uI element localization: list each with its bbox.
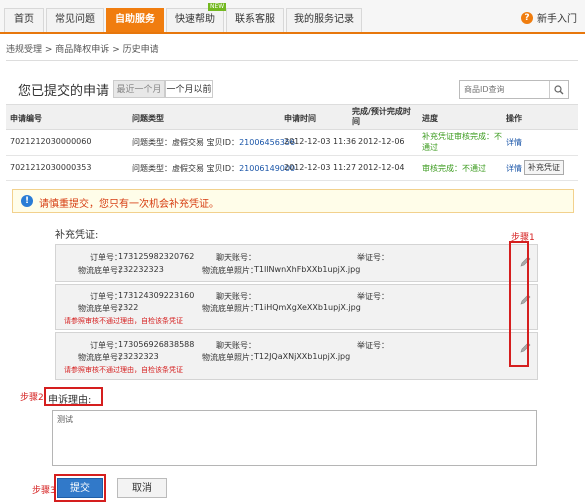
logistics-value: 23232323 <box>118 352 159 361</box>
progress-line: 补充凭证审核完成：不 <box>422 132 502 141</box>
step2-highlight <box>44 387 103 406</box>
warning-banner: ! 请慎重提交，您只有一次机会补充凭证。 <box>12 189 574 213</box>
evidence-item: 订单号： 173056926838588 物流底单号： 23232323 请参照… <box>55 332 538 380</box>
chat-label: 聊天账号： <box>216 341 256 350</box>
search-input[interactable] <box>460 81 556 98</box>
reason-textarea[interactable]: 测试 <box>52 410 537 466</box>
warning-text: 请慎重提交，您只有一次机会补充凭证。 <box>39 199 219 210</box>
col-header: 进度 <box>422 114 438 123</box>
chat-label: 聊天账号： <box>216 292 256 301</box>
evidence-item: 订单号： 173124309223160 物流底单号： 2322 请参照审核不通… <box>55 284 538 330</box>
row-type-label: 问题类型：虚假交易 宝贝ID： <box>132 164 240 173</box>
col-header: 问题类型 <box>132 114 164 123</box>
tab-quick-help[interactable]: 快速帮助 <box>166 8 224 32</box>
filter-recent-month[interactable]: 最近一个月 <box>113 80 165 98</box>
photo-value: T1iHQmXgXeXXb1upjX.jpg <box>254 303 361 312</box>
top-nav: 首页 常见问题 自助服务 快速帮助 NEW 联系客服 我的服务记录 ? 新手入门 <box>0 0 585 34</box>
detail-link[interactable]: 详情 <box>506 137 522 148</box>
table-header: 申请编号 问题类型 申请时间 完成/预计完成时间 进度 操作 <box>6 104 578 130</box>
order-value: 173125982320762 <box>118 252 195 261</box>
progress-line: 通过 <box>422 143 438 152</box>
row-id: 7021212030000060 <box>10 137 92 146</box>
evidence-item: 订单号： 173125982320762 物流底单号： 232232323 聊天… <box>55 244 538 282</box>
row-done-time: 2012-12-04 <box>358 163 405 172</box>
photo-label: 物流底单照片： <box>202 266 258 275</box>
witness-label: 举证号： <box>357 341 389 350</box>
order-value: 173056926838588 <box>118 340 195 349</box>
row-done-time: 2012-12-06 <box>358 137 405 146</box>
table-row: 7021212030000060 问题类型：虚假交易 宝贝ID：21006456… <box>6 129 578 156</box>
page-title: 您已提交的申请 <box>18 84 110 99</box>
photo-label: 物流底单照片： <box>202 353 258 362</box>
new-badge: NEW <box>208 3 227 11</box>
row-type: 问题类型：虚假交易 宝贝ID：21006149000 <box>132 163 295 174</box>
breadcrumb-item[interactable]: 商品降权申诉 <box>55 45 109 55</box>
tab-faq[interactable]: 常见问题 <box>46 8 104 32</box>
witness-label: 举证号： <box>357 292 389 301</box>
witness-label: 举证号： <box>357 253 389 262</box>
tab-self-service[interactable]: 自助服务 <box>106 8 164 32</box>
breadcrumb-separator-icon: > <box>112 45 123 55</box>
info-icon: ! <box>21 195 33 207</box>
step3-label: 步骤3 <box>32 486 56 496</box>
row-progress: 补充凭证审核完成：不 通过 <box>422 131 502 153</box>
search-icon <box>554 84 564 94</box>
row-apply-time: 2012-12-03 11:36 <box>284 137 357 146</box>
breadcrumb: 违规受理 > 商品降权申诉 > 历史申请 <box>6 42 159 55</box>
review-note: 请参照审核不通过理由，自检该条凭证 <box>64 317 183 325</box>
col-header: 申请时间 <box>284 114 316 123</box>
step2-label: 步骤2 <box>20 393 44 403</box>
row-id: 7021212030000353 <box>10 163 92 172</box>
col-header: 操作 <box>506 114 522 123</box>
col-header: 申请编号 <box>10 114 42 123</box>
question-icon: ? <box>521 11 533 24</box>
detail-link[interactable]: 详情 <box>506 163 522 174</box>
breadcrumb-item: 历史申请 <box>122 45 159 55</box>
tab-contact[interactable]: 联系客服 <box>226 8 284 32</box>
logistics-value: 232232323 <box>118 265 164 274</box>
table-row: 7021212030000353 问题类型：虚假交易 宝贝ID：21006149… <box>6 156 578 181</box>
chat-label: 聊天账号： <box>216 253 256 262</box>
cancel-button[interactable]: 取消 <box>117 478 167 498</box>
row-progress: 审核完成：不通过 <box>422 164 486 173</box>
logistics-value: 2322 <box>118 303 139 312</box>
row-apply-time: 2012-12-03 11:27 <box>284 163 357 172</box>
step3-highlight <box>54 474 106 502</box>
divider <box>6 60 578 61</box>
row-type-label: 问题类型：虚假交易 宝贝ID： <box>132 138 240 147</box>
help-label: 新手入门 <box>537 14 577 25</box>
tab-service-records[interactable]: 我的服务记录 <box>286 8 362 32</box>
photo-label: 物流底单照片： <box>202 304 258 313</box>
review-note: 请参照审核不通过理由，自检该条凭证 <box>64 366 183 374</box>
breadcrumb-item[interactable]: 违规受理 <box>6 45 42 55</box>
search-box <box>459 80 569 99</box>
step1-highlight <box>509 241 529 367</box>
breadcrumb-separator-icon: > <box>44 45 56 55</box>
search-button[interactable] <box>549 81 568 98</box>
evidence-section-label: 补充凭证: <box>55 230 99 241</box>
filter-older-month[interactable]: 一个月以前 <box>165 80 213 98</box>
photo-value: T12JQaXNjXXb1upjX.jpg <box>254 352 351 361</box>
photo-value: T1IlNwnXhFbXXb1upjX.jpg <box>254 265 361 274</box>
tab-home[interactable]: 首页 <box>4 8 44 32</box>
row-type: 问题类型：虚假交易 宝贝ID：21006456356 <box>132 137 295 148</box>
col-header: 完成/预计完成时间 <box>352 107 411 126</box>
order-value: 173124309223160 <box>118 291 195 300</box>
help-link[interactable]: ? 新手入门 <box>521 10 577 25</box>
supplement-evidence-button[interactable]: 补充凭证 <box>524 160 564 175</box>
